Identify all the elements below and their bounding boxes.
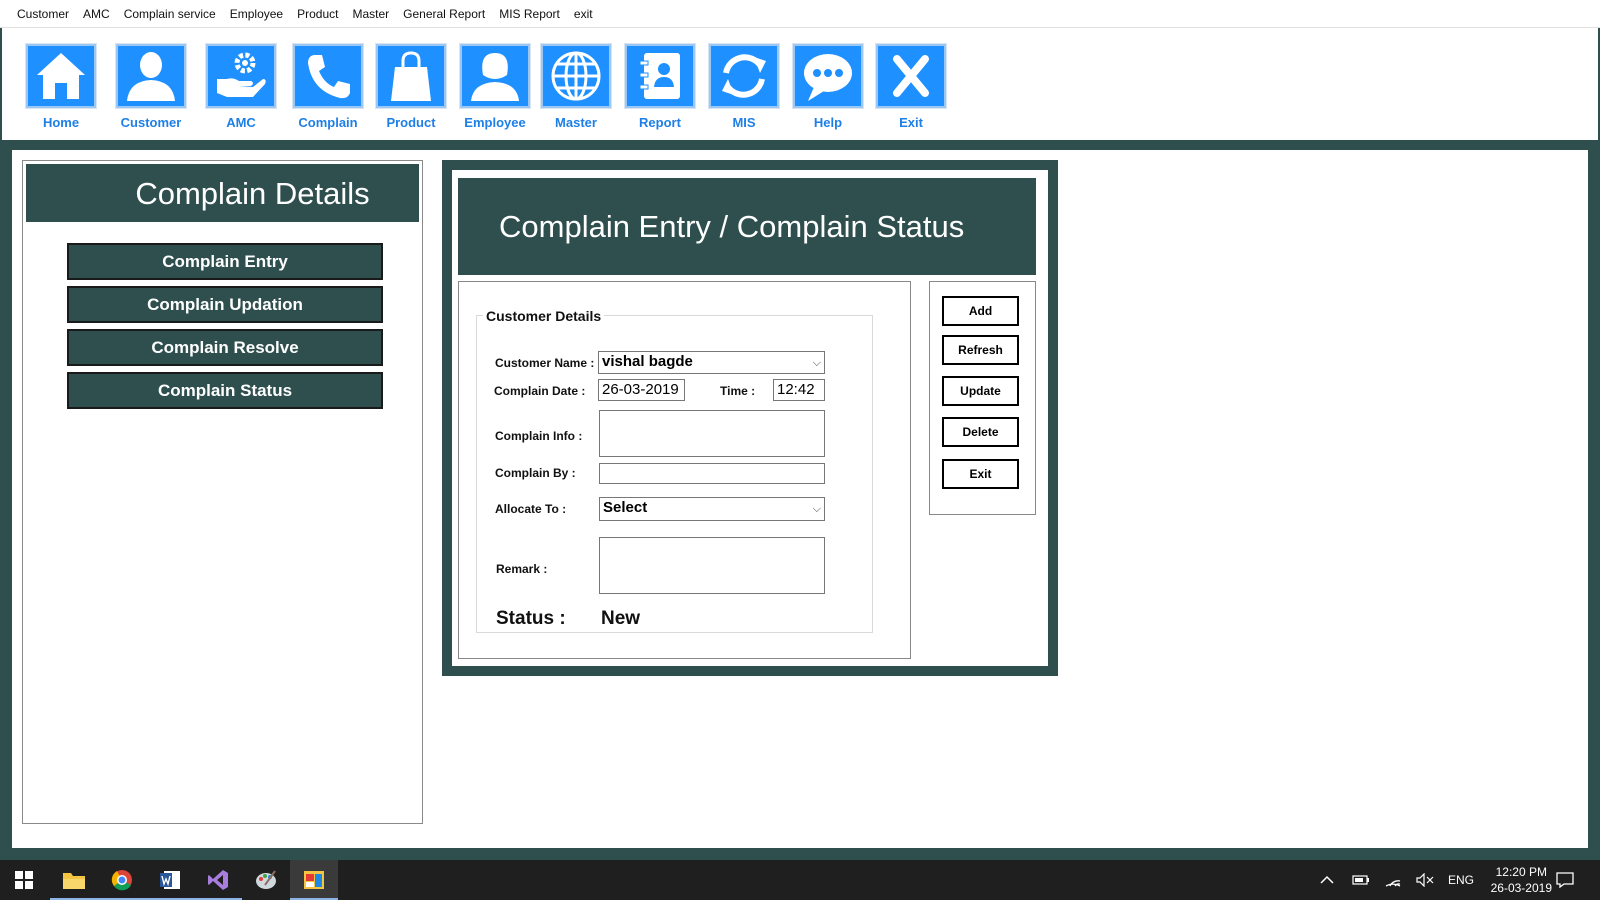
- palette-icon: [256, 870, 276, 889]
- complain-entry-button[interactable]: Complain Entry: [67, 243, 383, 280]
- complain-date-field[interactable]: 26-03-2019: [598, 379, 685, 401]
- visual-studio-button[interactable]: [194, 860, 242, 900]
- toolbar: Home Customer AMC Complain Product Emplo…: [2, 28, 1598, 140]
- customer-name-label: Customer Name :: [495, 356, 595, 370]
- close-icon: [893, 55, 929, 97]
- visual-studio-icon: [208, 870, 228, 890]
- folder-icon: [63, 873, 85, 889]
- toolbar-home-button[interactable]: Home: [25, 43, 97, 130]
- complain-by-label: Complain By :: [495, 466, 576, 480]
- refresh-button[interactable]: Refresh: [942, 335, 1019, 365]
- volume-control[interactable]: [1416, 860, 1434, 900]
- battery-icon: [1352, 875, 1369, 885]
- customer-name-dropdown[interactable]: vishal bagde ⌵: [598, 351, 825, 374]
- globe-icon: [551, 51, 601, 101]
- form-panel: Customer Details Customer Name : vishal …: [458, 281, 911, 659]
- complain-by-field[interactable]: [599, 463, 825, 484]
- time-label: Time :: [720, 384, 756, 398]
- chrome-button[interactable]: [98, 860, 146, 900]
- menu-mis-report[interactable]: MIS Report: [492, 0, 567, 28]
- menu-product[interactable]: Product: [290, 0, 345, 28]
- time-field[interactable]: 12:42: [773, 379, 825, 401]
- taskbar: ENG 12:20 PM 26-03-2019: [0, 860, 1600, 900]
- volume-muted-icon: [1416, 873, 1434, 887]
- add-button[interactable]: Add: [942, 296, 1019, 326]
- workspace: Complain Details Complain Entry Complain…: [12, 150, 1588, 848]
- notification-icon: [1556, 872, 1574, 888]
- word-icon: [160, 871, 180, 889]
- menu-exit[interactable]: exit: [567, 0, 600, 28]
- update-button[interactable]: Update: [942, 376, 1019, 406]
- wifi-icon: [1385, 880, 1401, 887]
- toolbar-employee-button[interactable]: Employee: [459, 43, 531, 130]
- notifications-button[interactable]: [1556, 860, 1574, 900]
- chevron-down-icon: ⌵: [812, 503, 821, 515]
- status-value: New: [601, 608, 641, 629]
- word-button[interactable]: [146, 860, 194, 900]
- toolbar-complain-button[interactable]: Complain: [292, 43, 364, 130]
- status-label: Status :: [496, 608, 566, 629]
- toolbar-mis-button[interactable]: MIS: [708, 43, 780, 130]
- allocate-to-label: Allocate To :: [495, 502, 567, 516]
- toolbar-amc-button[interactable]: AMC: [205, 43, 277, 130]
- complain-updation-button[interactable]: Complain Updation: [67, 286, 383, 323]
- toolbar-product-button[interactable]: Product: [375, 43, 447, 130]
- toolbar-report-button[interactable]: Report: [624, 43, 696, 130]
- paint-button[interactable]: [242, 860, 290, 900]
- home-icon: [37, 53, 85, 99]
- complain-entry-frame: Complain Entry / Complain Status Custome…: [442, 160, 1058, 676]
- menu-bar: Customer AMC Complain service Employee P…: [0, 0, 1600, 28]
- show-hidden-icons[interactable]: [1320, 860, 1334, 900]
- action-panel: Add Refresh Update Delete Exit: [929, 281, 1036, 515]
- panel-title: Complain Details: [26, 164, 419, 222]
- exit-button[interactable]: Exit: [942, 459, 1019, 489]
- battery-indicator[interactable]: [1352, 860, 1370, 900]
- menu-employee[interactable]: Employee: [223, 0, 290, 28]
- allocate-to-dropdown[interactable]: Select ⌵: [599, 497, 825, 521]
- toolbar-exit-button[interactable]: Exit: [875, 43, 947, 130]
- contact-book-icon: [639, 53, 680, 99]
- complain-status-button[interactable]: Complain Status: [67, 372, 383, 409]
- network-indicator[interactable]: [1384, 860, 1402, 900]
- customer-details-group: Customer Details Customer Name : vishal …: [476, 308, 873, 633]
- menu-complain-service[interactable]: Complain service: [117, 0, 223, 28]
- remark-textarea[interactable]: [599, 537, 825, 594]
- refresh-icon: [722, 54, 766, 98]
- chevron-up-icon: [1320, 875, 1334, 884]
- clock[interactable]: 12:20 PM 26-03-2019: [1491, 864, 1552, 896]
- delete-button[interactable]: Delete: [942, 417, 1019, 447]
- complain-resolve-button[interactable]: Complain Resolve: [67, 329, 383, 366]
- complain-info-label: Complain Info :: [495, 429, 583, 443]
- chat-bubble-icon: [804, 54, 852, 101]
- file-explorer-button[interactable]: [50, 860, 98, 900]
- group-title: Customer Details: [483, 308, 605, 324]
- start-button[interactable]: [0, 860, 48, 900]
- remark-label: Remark :: [496, 562, 548, 576]
- toolbar-help-button[interactable]: Help: [792, 43, 864, 130]
- menu-amc[interactable]: AMC: [76, 0, 117, 28]
- menu-master[interactable]: Master: [345, 0, 396, 28]
- menu-customer[interactable]: Customer: [10, 0, 76, 28]
- woman-icon: [471, 53, 519, 101]
- phone-icon: [308, 55, 350, 99]
- page-title: Complain Entry / Complain Status: [458, 178, 1036, 275]
- shopping-bag-icon: [391, 51, 431, 101]
- gear-hand-icon: [217, 52, 266, 97]
- toolbar-customer-button[interactable]: Customer: [115, 43, 187, 130]
- complain-date-label: Complain Date :: [494, 384, 586, 398]
- complain-info-textarea[interactable]: [599, 410, 825, 457]
- complain-details-panel: Complain Details Complain Entry Complain…: [22, 160, 423, 824]
- chrome-icon: [111, 870, 132, 891]
- toolbar-master-button[interactable]: Master: [540, 43, 612, 130]
- chevron-down-icon: ⌵: [812, 357, 821, 369]
- person-icon: [127, 52, 175, 101]
- language-indicator[interactable]: ENG: [1448, 860, 1474, 900]
- menu-general-report[interactable]: General Report: [396, 0, 492, 28]
- complain-app-button[interactable]: [290, 860, 338, 900]
- app-window-icon: [304, 871, 324, 889]
- windows-icon: [15, 871, 33, 889]
